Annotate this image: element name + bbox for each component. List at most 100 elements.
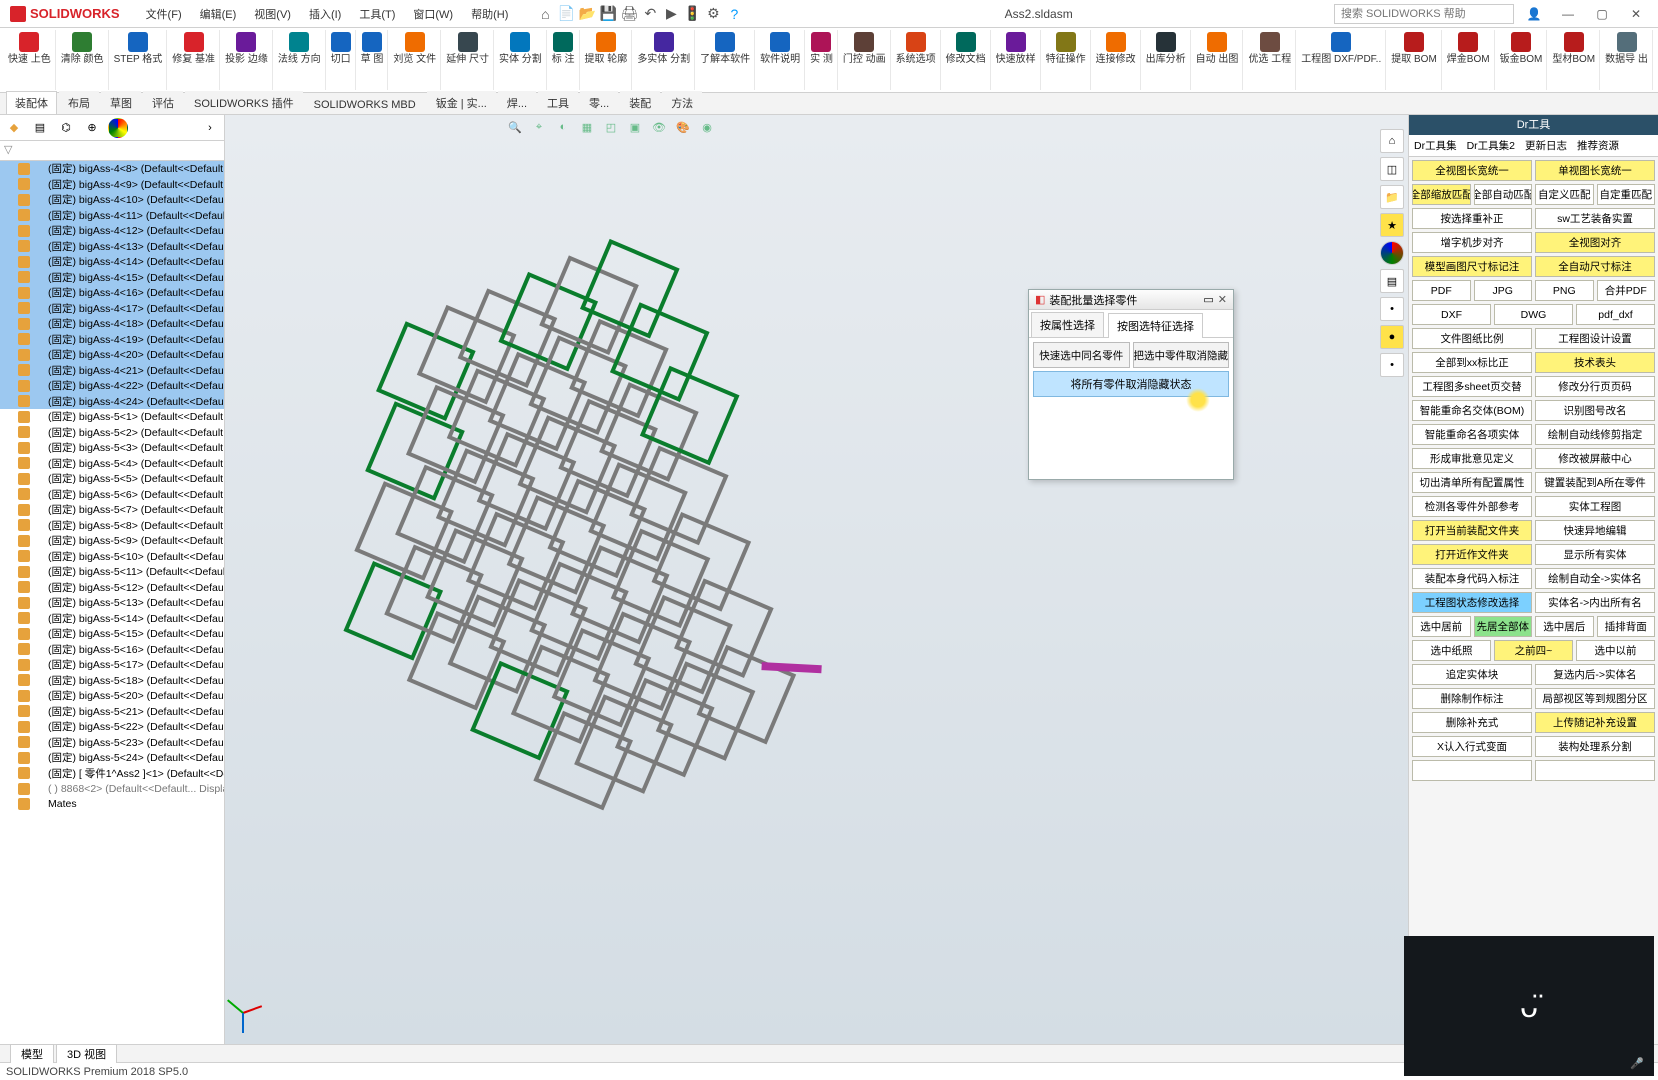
tree-item[interactable]: (固定) bigAss-5<20> (Default<<Default... <box>0 688 224 704</box>
rp-button[interactable]: 自定重匹配 <box>1597 184 1656 205</box>
rp-button[interactable]: 工程图多sheet页交替 <box>1412 376 1532 397</box>
command-tab[interactable]: 工具 <box>538 91 578 114</box>
mic-icon[interactable]: 🎤 <box>1630 1057 1644 1070</box>
minimize-button[interactable]: — <box>1554 4 1582 24</box>
tree-item[interactable]: (固定) bigAss-5<2> (Default<<Default... <box>0 425 224 441</box>
tab-3dview[interactable]: 3D 视图 <box>56 1044 117 1063</box>
forum-icon[interactable]: ● <box>1380 325 1404 349</box>
ribbon-button[interactable]: 工程图 DXF/PDF.. <box>1297 30 1386 90</box>
tree-item[interactable]: (固定) bigAss-5<15> (Default<<Default... <box>0 626 224 642</box>
menu-item[interactable]: 工具(T) <box>351 2 403 26</box>
rp-button[interactable]: 之前四~ <box>1494 640 1573 661</box>
rp-button[interactable]: 按选择重补正 <box>1412 208 1532 229</box>
hide-show-icon[interactable]: 👁 <box>649 117 669 137</box>
tree-item[interactable]: (固定) bigAss-5<1> (Default<<Default... <box>0 409 224 425</box>
rp-button[interactable]: 工程图状态修改选择 <box>1412 592 1532 613</box>
tree-item[interactable]: (固定) bigAss-5<4> (Default<<Default... <box>0 456 224 472</box>
tree-item[interactable]: (固定) bigAss-4<22> (Default<<Default... <box>0 378 224 394</box>
tree-item[interactable]: (固定) bigAss-5<11> (Default<<Default... <box>0 564 224 580</box>
tree-filter[interactable]: ▽ <box>0 141 224 161</box>
rp-button[interactable]: 选中居前 <box>1412 616 1471 637</box>
rp-button[interactable]: 打开近作文件夹 <box>1412 544 1532 565</box>
command-tab[interactable]: 钣金 | 实... <box>427 91 496 114</box>
tree-item[interactable]: (固定) bigAss-5<10> (Default<<Default... <box>0 549 224 565</box>
rp-tab[interactable]: Dr工具集 <box>1409 135 1462 156</box>
ribbon-button[interactable]: 提取 BOM <box>1387 30 1442 90</box>
view-palette-icon[interactable] <box>1380 241 1404 265</box>
menu-item[interactable]: 窗口(W) <box>405 2 461 26</box>
save-icon[interactable]: 💾 <box>599 5 617 23</box>
ribbon-button[interactable]: 优选 工程 <box>1244 30 1296 90</box>
ribbon-button[interactable]: 快速 上色 <box>4 30 56 90</box>
tree-item[interactable]: (固定) bigAss-5<21> (Default<<Default... <box>0 704 224 720</box>
rp-button[interactable]: 全视图长宽统一 <box>1412 160 1532 181</box>
command-tab[interactable]: 方法 <box>662 91 702 114</box>
rp-button[interactable]: PDF <box>1412 280 1471 301</box>
rp-button[interactable]: 增字机步对齐 <box>1412 232 1532 253</box>
search-input[interactable] <box>1334 4 1514 24</box>
rp-button[interactable]: 全自动尺寸标注 <box>1535 256 1655 277</box>
design-lib-icon[interactable]: 📁 <box>1380 185 1404 209</box>
dialog-tab-feature[interactable]: 按图选特征选择 <box>1108 313 1203 338</box>
tree-item[interactable]: (固定) bigAss-5<23> (Default<<Default... <box>0 735 224 751</box>
ribbon-button[interactable]: 快速放样 <box>992 30 1041 90</box>
print-icon[interactable]: 🖨 <box>620 5 638 23</box>
graphics-viewport[interactable]: 🔍 ⌖ ◐ ▦ ◰ ▣ 👁 🎨 ◉ ⌂ ◫ 📁 ★ ▤ • ● • <box>225 115 1408 1044</box>
custom-props-icon[interactable]: • <box>1380 297 1404 321</box>
rp-button[interactable]: X认入行式变面 <box>1412 736 1532 757</box>
command-tab[interactable]: SOLIDWORKS MBD <box>305 95 425 114</box>
ribbon-button[interactable]: 特征操作 <box>1042 30 1091 90</box>
ribbon-button[interactable]: 门控 动画 <box>839 30 891 90</box>
rebuild-icon[interactable]: 🚦 <box>683 5 701 23</box>
rp-button[interactable]: DWG <box>1494 304 1573 325</box>
rp-button[interactable]: DXF <box>1412 304 1491 325</box>
command-tab[interactable]: 装配 <box>620 91 660 114</box>
command-tab[interactable]: 布局 <box>59 91 99 114</box>
tree-item[interactable]: ( ) 8868<2> (Default<<Default... Displa.… <box>0 781 224 797</box>
rp-button[interactable]: 实体名->内出所有名 <box>1535 592 1655 613</box>
rp-button[interactable]: 切出清单所有配置属性 <box>1412 472 1532 493</box>
rp-button[interactable]: 显示所有实体 <box>1535 544 1655 565</box>
tree-item[interactable]: (固定) bigAss-4<24> (Default<<Default... <box>0 394 224 410</box>
rp-button[interactable]: 实体工程图 <box>1535 496 1655 517</box>
tree-item[interactable]: (固定) bigAss-5<24> (Default<<Default... <box>0 750 224 766</box>
tree-item[interactable]: (固定) bigAss-4<19> (Default<<Default... <box>0 332 224 348</box>
rp-button[interactable]: 上传随记补充设置 <box>1535 712 1655 733</box>
rp-button[interactable]: 文件图纸比例 <box>1412 328 1532 349</box>
rp-button[interactable] <box>1412 760 1532 781</box>
tree-item[interactable]: (固定) bigAss-5<3> (Default<<Default... <box>0 440 224 456</box>
ribbon-button[interactable]: 出库分析 <box>1142 30 1191 90</box>
view-orient-icon[interactable]: ◰ <box>601 117 621 137</box>
command-tab[interactable]: SOLIDWORKS 插件 <box>185 91 303 114</box>
menu-item[interactable]: 插入(I) <box>301 2 349 26</box>
rp-button[interactable]: 全部自动匹配 <box>1474 184 1533 205</box>
unhide-all-button[interactable]: 将所有零件取消隐藏状态 <box>1033 371 1229 397</box>
rp-button[interactable]: 修改分行页页码 <box>1535 376 1655 397</box>
rp-button[interactable]: 快速异地编辑 <box>1535 520 1655 541</box>
tree-item[interactable]: (固定) bigAss-5<12> (Default<<Default... <box>0 580 224 596</box>
ribbon-button[interactable]: 修改文档 <box>942 30 991 90</box>
property-tab[interactable]: ▤ <box>30 118 50 138</box>
rp-button[interactable]: 全视图对齐 <box>1535 232 1655 253</box>
feature-tree-tab[interactable]: ◆ <box>4 118 24 138</box>
rp-button[interactable]: 合并PDF <box>1597 280 1656 301</box>
home-tab-icon[interactable]: ⌂ <box>1380 129 1404 153</box>
command-tab[interactable]: 评估 <box>143 91 183 114</box>
appearance-tab[interactable] <box>108 118 128 138</box>
rp-button[interactable]: 模型画图尺寸标记注 <box>1412 256 1532 277</box>
tree-item[interactable]: (固定) bigAss-4<8> (Default<<Default... <box>0 161 224 177</box>
floating-assistant-widget[interactable]: ᴗ̈ 🎤 <box>1404 936 1654 1076</box>
dialog-close-icon[interactable]: ✕ <box>1218 293 1227 306</box>
rp-button[interactable]: 插排背面 <box>1597 616 1656 637</box>
tree-item[interactable]: (固定) bigAss-5<9> (Default<<Default... <box>0 533 224 549</box>
help-icon[interactable]: ? <box>725 5 743 23</box>
rp-button[interactable]: 复选内后->实体名 <box>1535 664 1655 685</box>
ribbon-button[interactable]: STEP 格式 <box>110 30 168 90</box>
rp-button[interactable]: 装配本身代码入标注 <box>1412 568 1532 589</box>
tree-item[interactable]: (固定) bigAss-5<8> (Default<<Default... <box>0 518 224 534</box>
section-icon[interactable]: ▦ <box>577 117 597 137</box>
ribbon-button[interactable]: 焊金BOM <box>1443 30 1495 90</box>
ribbon-button[interactable]: 了解本软件 <box>696 30 755 90</box>
tree-item[interactable]: (固定) bigAss-4<20> (Default<<Default... <box>0 347 224 363</box>
ribbon-button[interactable]: 修复 基准 <box>168 30 220 90</box>
